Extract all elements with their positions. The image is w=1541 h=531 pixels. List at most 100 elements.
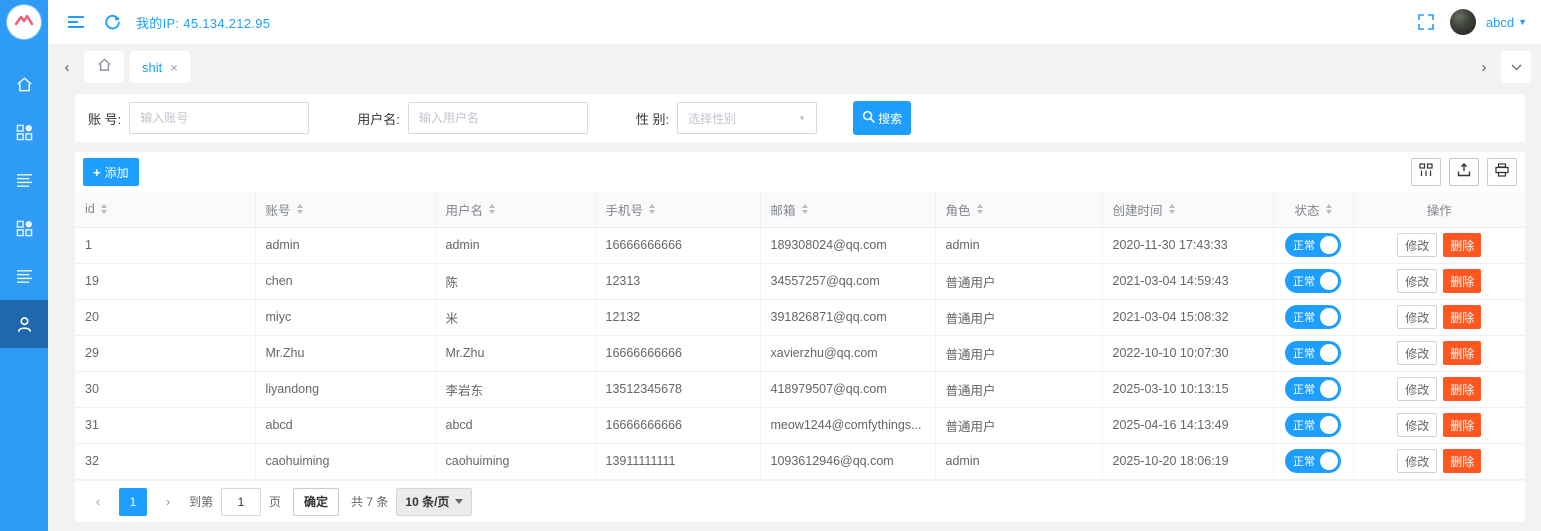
gender-label: 性 别: [635, 111, 670, 127]
page-size-label: 10 条/页 [405, 495, 450, 509]
sort-icon[interactable] [296, 204, 303, 215]
delete-button[interactable]: 删除 [1443, 413, 1482, 437]
status-toggle[interactable]: 正常 [1285, 377, 1341, 401]
tabs-dropdown-icon[interactable] [1501, 51, 1531, 83]
sidebar-item-users[interactable] [0, 300, 48, 348]
table-row: 30 liyandong 李岩东 13512345678 418979507@qq.co… [75, 371, 1525, 408]
user-avatar[interactable] [1449, 9, 1476, 35]
cell-role: 普通用户 [935, 263, 1103, 300]
delete-button[interactable]: 删除 [1443, 269, 1482, 293]
pagination-next-icon[interactable]: › [155, 489, 181, 515]
cell-created: 2022-10-10 10:07:30 [1102, 335, 1274, 372]
column-header-phone[interactable]: 手机号 [595, 192, 761, 228]
gender-select[interactable]: 选择性别 ▼ [677, 102, 818, 134]
list-icon [16, 268, 33, 285]
sort-icon[interactable] [801, 204, 808, 215]
pagination-confirm-button[interactable]: 确定 [293, 487, 340, 516]
status-toggle[interactable]: 正常 [1285, 413, 1341, 437]
cell-id: 19 [75, 263, 256, 300]
sort-icon[interactable] [976, 204, 983, 215]
column-header-role[interactable]: 角色 [935, 192, 1103, 228]
home-icon [16, 76, 33, 93]
print-button[interactable] [1487, 158, 1517, 186]
pagination-jump-input[interactable] [221, 487, 262, 516]
user-menu[interactable]: abcd ▼ [1486, 15, 1527, 30]
logo-circle [7, 5, 41, 39]
column-header-status[interactable]: 状态 [1273, 192, 1354, 228]
cell-actions: 修改 删除 [1353, 227, 1525, 264]
username-input[interactable] [407, 102, 588, 134]
edit-button[interactable]: 修改 [1397, 341, 1438, 365]
tab-close-icon[interactable]: × [170, 60, 178, 75]
sort-icon[interactable] [1325, 204, 1332, 215]
delete-button[interactable]: 删除 [1443, 341, 1482, 365]
cell-created: 2025-03-10 10:13:15 [1102, 371, 1274, 408]
app-logo[interactable] [0, 0, 48, 44]
status-toggle[interactable]: 正常 [1285, 449, 1341, 473]
tabs-scroll-left-icon[interactable]: ‹ [56, 52, 78, 82]
status-toggle[interactable]: 正常 [1285, 341, 1341, 365]
content-area: 账 号: 用户名: 性 别: 选择性别 ▼ [48, 90, 1541, 531]
user-icon [16, 316, 33, 333]
column-header-username[interactable]: 用户名 [435, 192, 596, 228]
sort-icon[interactable] [100, 204, 107, 215]
pagination-total: 共 7 条 [351, 495, 389, 509]
cell-role: 普通用户 [935, 335, 1103, 372]
sidebar-nav [0, 44, 48, 348]
cell-account: miyc [255, 299, 436, 336]
tabs-scroll-right-icon[interactable]: › [1473, 52, 1495, 82]
sidebar-item-list-2[interactable] [0, 252, 48, 300]
search-button[interactable]: 搜索 [853, 101, 912, 135]
column-header-email[interactable]: 邮箱 [760, 192, 936, 228]
edit-button[interactable]: 修改 [1397, 305, 1438, 329]
table-card: + 添加 id 账号 用户名 手机号 邮箱 角色 创建时间 状态 操作 1 ad… [75, 152, 1525, 522]
filter-columns-button[interactable] [1411, 158, 1441, 186]
cell-id: 31 [75, 407, 256, 444]
app-root: 我的IP: 45.134.212.95 abcd ▼ ‹ shit × › 账 … [0, 0, 1541, 531]
collapse-menu-icon[interactable] [62, 8, 90, 36]
sort-icon[interactable] [489, 204, 496, 215]
edit-button[interactable]: 修改 [1397, 269, 1438, 293]
tab-shit[interactable]: shit × [130, 51, 190, 83]
sidebar-item-apps-2[interactable] [0, 204, 48, 252]
column-label: 状态 [1294, 203, 1320, 218]
sidebar-item-home[interactable] [0, 60, 48, 108]
account-input[interactable] [129, 102, 310, 134]
status-toggle[interactable]: 正常 [1285, 269, 1341, 293]
column-header-id[interactable]: id [75, 192, 256, 228]
edit-button[interactable]: 修改 [1397, 377, 1438, 401]
toggle-knob [1320, 236, 1338, 254]
cell-id: 30 [75, 371, 256, 408]
refresh-icon[interactable] [98, 8, 126, 36]
export-button[interactable] [1449, 158, 1479, 186]
sidebar-item-apps-1[interactable] [0, 108, 48, 156]
column-header-created[interactable]: 创建时间 [1102, 192, 1274, 228]
edit-button[interactable]: 修改 [1397, 233, 1438, 257]
status-toggle[interactable]: 正常 [1285, 305, 1341, 329]
add-button[interactable]: + 添加 [83, 158, 139, 186]
delete-button[interactable]: 删除 [1443, 305, 1482, 329]
cell-status: 正常 [1273, 263, 1354, 300]
cell-role: 普通用户 [935, 371, 1103, 408]
pagination-prev-icon[interactable]: ‹ [85, 489, 111, 515]
pagination-current-page[interactable]: 1 [119, 487, 147, 516]
cell-created: 2025-04-16 14:13:49 [1102, 407, 1274, 444]
column-header-account[interactable]: 账号 [255, 192, 436, 228]
edit-button[interactable]: 修改 [1397, 413, 1438, 437]
list-icon [16, 172, 33, 189]
sort-icon[interactable] [1168, 204, 1175, 215]
search-form-card: 账 号: 用户名: 性 别: 选择性别 ▼ [75, 94, 1525, 142]
status-toggle[interactable]: 正常 [1285, 233, 1341, 257]
toggle-knob [1320, 452, 1338, 470]
page-size-select[interactable]: 10 条/页 [396, 487, 473, 516]
table-row: 20 miyc 米 12132 391826871@qq.com 普通用户 2021-03-… [75, 299, 1525, 336]
delete-button[interactable]: 删除 [1443, 377, 1482, 401]
cell-phone: 13512345678 [595, 371, 761, 408]
tab-home-button[interactable] [84, 51, 124, 83]
sidebar-item-list-1[interactable] [0, 156, 48, 204]
delete-button[interactable]: 删除 [1443, 233, 1482, 257]
edit-button[interactable]: 修改 [1397, 449, 1438, 473]
sort-icon[interactable] [649, 204, 656, 215]
delete-button[interactable]: 删除 [1443, 449, 1482, 473]
fullscreen-icon[interactable] [1412, 8, 1440, 36]
